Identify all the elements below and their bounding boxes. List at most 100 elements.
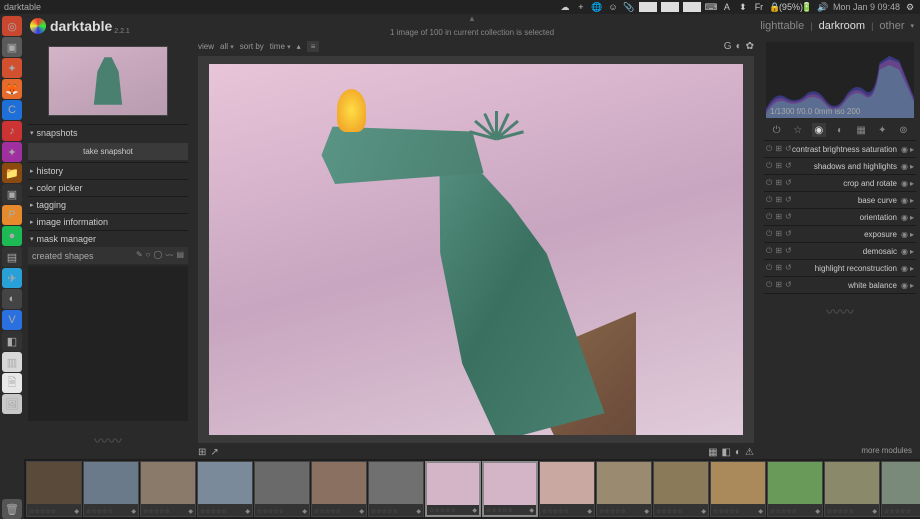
module-power-icon[interactable]: ⏻ <box>766 195 772 205</box>
module-multi-icon[interactable]: ⊞ <box>775 280 782 290</box>
dock-app-icon[interactable]: C <box>2 100 22 120</box>
module-multi-icon[interactable]: ⊞ <box>775 144 782 154</box>
more-modules-button[interactable]: more modules <box>764 442 916 459</box>
module-multi-icon[interactable]: ⊞ <box>775 161 782 171</box>
tray-box-2[interactable] <box>661 2 679 12</box>
brush-tool-icon[interactable]: ✎ <box>136 250 143 261</box>
thumb-stars[interactable]: ☆☆☆☆☆ <box>599 508 626 515</box>
dock-app-icon[interactable]: ▣ <box>2 37 22 57</box>
tagging-header[interactable]: ▸ tagging <box>28 197 188 213</box>
module-reset-icon[interactable]: ↺ <box>785 280 792 290</box>
module-row[interactable]: ⏻⊞↺highlight reconstruction◉▸ <box>764 260 916 277</box>
module-multi-icon[interactable]: ⊞ <box>775 212 782 222</box>
gradient-tool-icon[interactable]: ▤ <box>176 250 184 261</box>
ellipse-tool-icon[interactable]: ◯ <box>153 250 162 261</box>
tray-globe-icon[interactable]: 🌐 <box>591 1 603 13</box>
module-row[interactable]: ⏻⊞↺white balance◉▸ <box>764 277 916 294</box>
thumb-stars[interactable]: ☆☆☆☆☆ <box>314 508 341 515</box>
tray-clip-icon[interactable]: 📎 <box>623 1 635 13</box>
dock-app-icon[interactable]: ● <box>2 226 22 246</box>
warning-icon[interactable]: ⚠ <box>745 447 754 458</box>
thumb-stars[interactable]: ☆☆☆☆☆ <box>86 508 113 515</box>
tab-lighttable[interactable]: lighttable <box>760 20 804 32</box>
dock-app-icon[interactable]: ✦ <box>2 58 22 78</box>
module-power-icon[interactable]: ⏻ <box>766 178 772 188</box>
tray-smile-icon[interactable]: ☺ <box>607 1 619 13</box>
thumb-stars[interactable]: ☆☆☆☆☆ <box>486 507 513 514</box>
overexposed-icon[interactable]: ▦ <box>708 447 717 458</box>
module-preset-icon[interactable]: ◉ <box>901 196 908 205</box>
filmstrip[interactable]: ☆☆☆☆☆◆☆☆☆☆☆◆☆☆☆☆☆◆☆☆☆☆☆◆☆☆☆☆☆◆☆☆☆☆☆◆☆☆☆☆… <box>24 459 920 519</box>
module-expand-icon[interactable]: ▸ <box>910 281 914 290</box>
thumb-stars[interactable]: ☆☆☆☆☆ <box>371 508 398 515</box>
dock-app-icon[interactable]: 🦊 <box>2 79 22 99</box>
tray-box-1[interactable] <box>639 2 657 12</box>
module-row[interactable]: ⏻⊞↺demosaic◉▸ <box>764 243 916 260</box>
view-dropdown[interactable]: all ▾ <box>220 42 234 51</box>
module-group-tone-icon[interactable]: ◐ <box>833 123 847 137</box>
image-info-header[interactable]: ▸ image information <box>28 214 188 230</box>
module-multi-icon[interactable]: ⊞ <box>775 178 782 188</box>
module-row[interactable]: ⏻⊞↺orientation◉▸ <box>764 209 916 226</box>
dock-app-icon[interactable]: 🖼 <box>2 394 22 414</box>
filmstrip-thumb[interactable]: ☆☆☆☆☆◆ <box>596 461 652 517</box>
filmstrip-thumb[interactable]: ☆☆☆☆☆◆ <box>767 461 823 517</box>
module-power-icon[interactable]: ⏻ <box>766 229 772 239</box>
module-expand-icon[interactable]: ▸ <box>910 264 914 273</box>
thumb-stars[interactable]: ☆☆☆☆☆ <box>29 508 56 515</box>
collapse-top-icon[interactable]: ▲ <box>468 14 476 23</box>
tray-clock[interactable]: Mon Jan 9 09:48 <box>833 2 900 12</box>
thumb-stars[interactable]: ☆☆☆☆☆ <box>542 508 569 515</box>
thumb-stars[interactable]: ☆☆☆☆☆ <box>770 508 797 515</box>
dock-app-icon[interactable]: ◧ <box>2 331 22 351</box>
filmstrip-thumb[interactable]: ☆☆☆☆☆◆ <box>140 461 196 517</box>
tab-darkroom[interactable]: darkroom <box>819 20 865 32</box>
module-power-icon[interactable]: ⏻ <box>766 263 772 273</box>
module-group-correct-icon[interactable]: ✦ <box>875 123 889 137</box>
module-group-favorites-icon[interactable]: ☆ <box>791 123 805 137</box>
module-preset-icon[interactable]: ◉ <box>901 230 908 239</box>
module-multi-icon[interactable]: ⊞ <box>775 195 782 205</box>
module-reset-icon[interactable]: ↺ <box>785 212 792 222</box>
module-row[interactable]: ⏻⊞↺exposure◉▸ <box>764 226 916 243</box>
thumb-stars[interactable]: ☆☆☆☆☆ <box>884 508 911 515</box>
tray-add-icon[interactable]: + <box>575 1 587 13</box>
module-row[interactable]: ⏻⊞↺shadows and highlights◉▸ <box>764 158 916 175</box>
dock-app-icon[interactable]: ▥ <box>2 352 22 372</box>
sort-dropdown[interactable]: time ▾ <box>270 42 291 51</box>
dock-app-icon[interactable]: ▣ <box>2 184 22 204</box>
module-expand-icon[interactable]: ▸ <box>910 196 914 205</box>
module-preset-icon[interactable]: ◉ <box>901 264 908 273</box>
circle-tool-icon[interactable]: ○ <box>146 250 151 261</box>
quick-access-icon[interactable]: ⊞ <box>198 447 206 458</box>
module-multi-icon[interactable]: ⊞ <box>775 246 782 256</box>
navigation-preview[interactable] <box>48 46 168 116</box>
filmstrip-thumb[interactable]: ☆☆☆☆☆◆ <box>881 461 920 517</box>
module-preset-icon[interactable]: ◉ <box>901 145 908 154</box>
module-multi-icon[interactable]: ⊞ <box>775 229 782 239</box>
module-expand-icon[interactable]: ▸ <box>910 145 914 154</box>
thumb-stars[interactable]: ☆☆☆☆☆ <box>656 508 683 515</box>
path-tool-icon[interactable]: 〰 <box>165 250 173 261</box>
trash-icon[interactable]: 🗑 <box>2 499 22 519</box>
history-header[interactable]: ▸ history <box>28 163 188 179</box>
filmstrip-thumb[interactable]: ☆☆☆☆☆◆ <box>26 461 82 517</box>
dock-app-icon[interactable]: ✈ <box>2 268 22 288</box>
softproof-toggle-icon[interactable]: ◐ <box>735 447 741 458</box>
filter-button[interactable]: ≡ <box>307 41 320 52</box>
dock-app-icon[interactable]: 📁 <box>2 163 22 183</box>
module-power-icon[interactable]: ⏻ <box>766 280 772 290</box>
module-expand-icon[interactable]: ▸ <box>910 213 914 222</box>
tab-other[interactable]: other <box>879 20 904 32</box>
image-canvas[interactable] <box>209 64 743 436</box>
module-row[interactable]: ⏻⊞↺base curve◉▸ <box>764 192 916 209</box>
filmstrip-thumb[interactable]: ☆☆☆☆☆◆ <box>425 461 481 517</box>
module-group-basic-icon[interactable]: ◉ <box>812 123 826 137</box>
module-expand-icon[interactable]: ▸ <box>910 162 914 171</box>
module-preset-icon[interactable]: ◉ <box>901 179 908 188</box>
tray-box-3[interactable] <box>683 2 701 12</box>
module-reset-icon[interactable]: ↺ <box>785 178 792 188</box>
module-reset-icon[interactable]: ↺ <box>785 263 792 273</box>
dock-app-icon[interactable]: ✦ <box>2 142 22 162</box>
dock-app-icon[interactable]: 🗎 <box>2 373 22 393</box>
